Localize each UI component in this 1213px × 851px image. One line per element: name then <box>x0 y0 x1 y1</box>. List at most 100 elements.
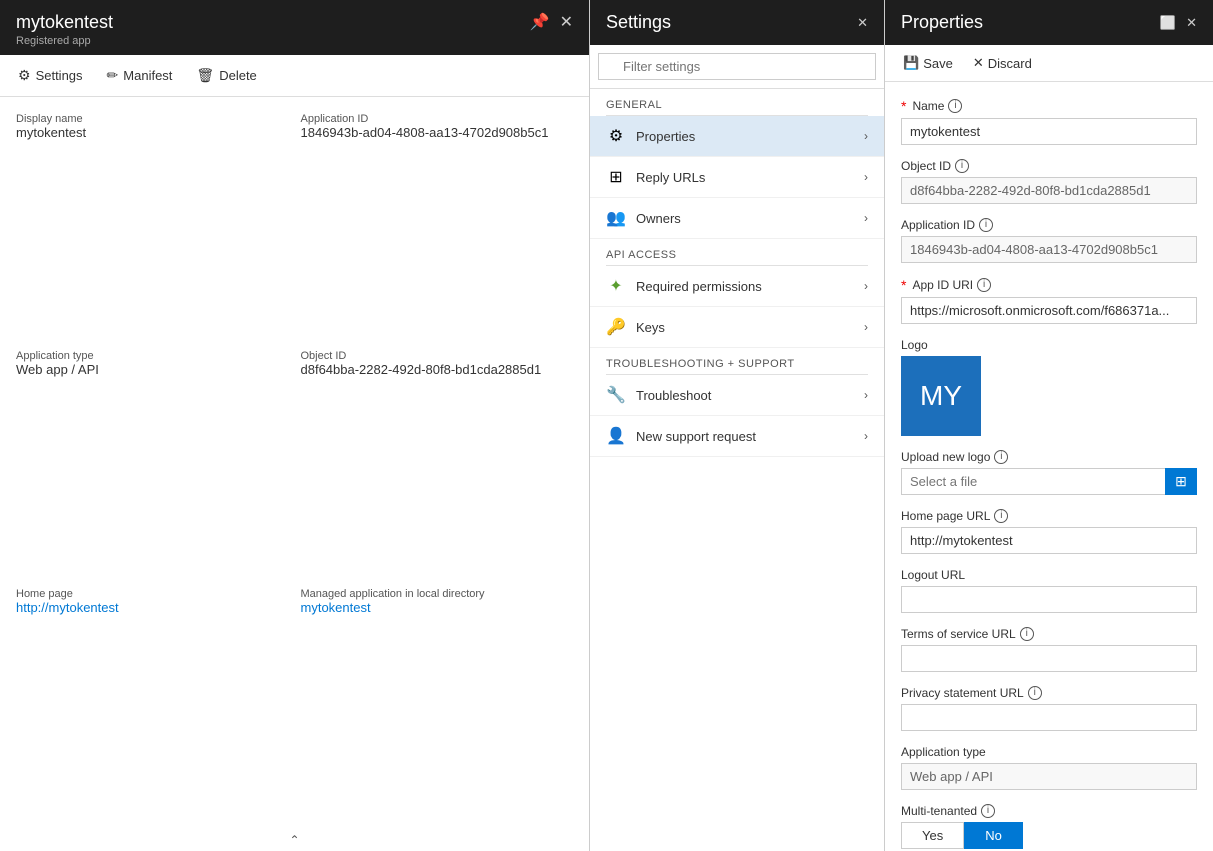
new-support-chevron: › <box>864 429 868 443</box>
settings-item-required-permissions[interactable]: ✦ Required permissions › <box>590 266 884 307</box>
collapse-button[interactable]: ⌃ <box>0 829 589 851</box>
troubleshooting-section-label: TROUBLESHOOTING + SUPPORT <box>590 348 884 374</box>
owners-chevron: › <box>864 211 868 225</box>
troubleshoot-icon: 🔧 <box>606 385 626 405</box>
managed-app-link[interactable]: mytokentest <box>301 600 371 615</box>
reply-urls-icon: ⊞ <box>606 167 626 187</box>
home-page-url-input[interactable] <box>901 527 1197 554</box>
settings-icon: ⚙ <box>18 67 31 84</box>
settings-item-troubleshoot[interactable]: 🔧 Troubleshoot › <box>590 375 884 416</box>
display-name-group: Display name mytokentest <box>16 113 289 338</box>
privacy-group: Privacy statement URL i <box>901 686 1197 731</box>
api-access-section-label: API ACCESS <box>590 239 884 265</box>
terms-info-icon[interactable]: i <box>1020 627 1034 641</box>
delete-button[interactable]: 🗑 Delete <box>194 63 258 88</box>
close-app-icon[interactable]: ✕ <box>560 12 573 32</box>
close-settings-icon[interactable]: ✕ <box>857 15 868 31</box>
file-select-input[interactable] <box>901 468 1165 495</box>
settings-item-new-support[interactable]: 👤 New support request › <box>590 416 884 457</box>
logout-url-input[interactable] <box>901 586 1197 613</box>
app-toolbar: ⚙ Settings ✏ Manifest 🗑 Delete <box>0 55 589 97</box>
properties-toolbar: 💾 Save ✕ Discard <box>885 45 1213 82</box>
logout-url-group: Logout URL <box>901 568 1197 613</box>
app-type-prop-input <box>901 763 1197 790</box>
settings-item-owners[interactable]: 👥 Owners › <box>590 198 884 239</box>
multi-tenanted-info-icon[interactable]: i <box>981 804 995 818</box>
multi-tenanted-no-button[interactable]: No <box>964 822 1023 849</box>
manifest-icon: ✏ <box>107 67 119 84</box>
managed-app-group: Managed application in local directory m… <box>301 588 574 813</box>
name-group: * Name i <box>901 98 1197 145</box>
delete-label: Delete <box>219 68 257 83</box>
name-input[interactable] <box>901 118 1197 145</box>
manifest-button[interactable]: ✏ Manifest <box>105 63 175 88</box>
logo-group: Logo MY <box>901 338 1197 436</box>
terms-input[interactable] <box>901 645 1197 672</box>
keys-chevron: › <box>864 320 868 334</box>
app-id-info-icon[interactable]: i <box>979 218 993 232</box>
settings-title: Settings <box>606 12 671 33</box>
terms-group: Terms of service URL i <box>901 627 1197 672</box>
delete-icon: 🗑 <box>196 67 214 84</box>
multi-tenanted-yes-button[interactable]: Yes <box>901 822 964 849</box>
app-id-input <box>901 236 1197 263</box>
settings-item-properties[interactable]: ⚙ Properties › <box>590 116 884 157</box>
app-type-group: Application type Web app / API <box>16 350 289 575</box>
app-header: mytokentest Registered app 📌 ✕ <box>0 0 589 55</box>
maximize-icon[interactable]: ⬜ <box>1160 15 1176 31</box>
display-name-value: mytokentest <box>16 125 289 140</box>
required-permissions-icon: ✦ <box>606 276 626 296</box>
app-type-value: Web app / API <box>16 362 289 377</box>
app-id-uri-required: * <box>901 277 906 293</box>
file-browse-button[interactable]: ⊞ <box>1165 468 1197 495</box>
settings-button[interactable]: ⚙ Settings <box>16 63 85 88</box>
general-section-label: GENERAL <box>590 89 884 115</box>
object-id-group: Object ID i <box>901 159 1197 204</box>
upload-logo-info-icon[interactable]: i <box>994 450 1008 464</box>
close-properties-icon[interactable]: ✕ <box>1186 15 1197 31</box>
app-info: Display name mytokentest Application ID … <box>0 97 589 829</box>
terms-label: Terms of service URL <box>901 627 1016 641</box>
app-subtitle: Registered app <box>16 35 113 47</box>
save-label: Save <box>923 56 953 71</box>
app-id-prop-label: Application ID <box>901 218 975 232</box>
home-page-group: Home page http://mytokentest <box>16 588 289 813</box>
settings-label: Settings <box>36 68 83 83</box>
settings-item-keys[interactable]: 🔑 Keys › <box>590 307 884 348</box>
privacy-label: Privacy statement URL <box>901 686 1024 700</box>
name-info-icon[interactable]: i <box>948 99 962 113</box>
privacy-info-icon[interactable]: i <box>1028 686 1042 700</box>
object-id-value: d8f64bba-2282-492d-80f8-bd1cda2885d1 <box>301 362 574 377</box>
logo-preview: MY <box>901 356 981 436</box>
home-page-label: Home page <box>16 588 289 600</box>
properties-header: Properties ⬜ ✕ <box>885 0 1213 45</box>
object-id-info-icon[interactable]: i <box>955 159 969 173</box>
owners-icon: 👥 <box>606 208 626 228</box>
settings-item-reply-urls[interactable]: ⊞ Reply URLs › <box>590 157 884 198</box>
name-required: * <box>901 98 906 114</box>
reply-urls-label: Reply URLs <box>636 170 705 185</box>
save-button[interactable]: 💾 Save <box>901 53 955 73</box>
settings-search-input[interactable] <box>598 53 876 80</box>
owners-label: Owners <box>636 211 681 226</box>
required-permissions-label: Required permissions <box>636 279 762 294</box>
home-page-url-info-icon[interactable]: i <box>994 509 1008 523</box>
app-id-uri-info-icon[interactable]: i <box>977 278 991 292</box>
app-id-uri-input[interactable] <box>901 297 1197 324</box>
multi-tenanted-group: Multi-tenanted i Yes No <box>901 804 1197 849</box>
pin-icon[interactable]: 📌 <box>530 12 550 32</box>
home-page-link[interactable]: http://mytokentest <box>16 600 119 615</box>
object-id-label: Object ID <box>301 350 574 362</box>
discard-button[interactable]: ✕ Discard <box>971 53 1034 73</box>
object-id-input <box>901 177 1197 204</box>
keys-icon: 🔑 <box>606 317 626 337</box>
privacy-input[interactable] <box>901 704 1197 731</box>
support-icon: 👤 <box>606 426 626 446</box>
multi-tenanted-toggle: Yes No <box>901 822 1197 849</box>
app-title: mytokentest <box>16 12 113 33</box>
settings-panel: Settings ✕ GENERAL ⚙ Properties › ⊞ Repl… <box>590 0 885 851</box>
upload-logo-label: Upload new logo <box>901 450 990 464</box>
properties-title: Properties <box>901 12 983 33</box>
app-type-label: Application type <box>16 350 289 362</box>
settings-search-container <box>590 45 884 89</box>
